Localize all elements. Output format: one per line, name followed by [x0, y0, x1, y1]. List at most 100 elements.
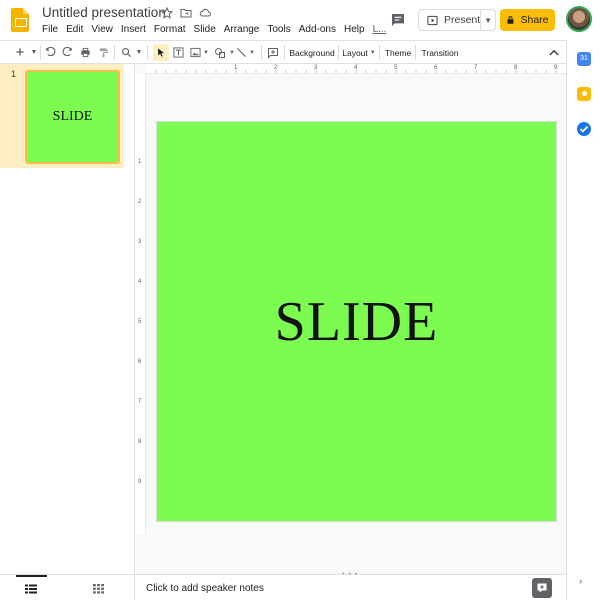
zoom-dropdown-icon[interactable]: ▼ [134, 44, 144, 61]
ruler-label: 4 [138, 279, 142, 285]
move-folder-icon[interactable] [179, 6, 193, 20]
paint-format-icon[interactable] [96, 44, 110, 61]
present-label: Present [444, 14, 481, 26]
present-icon [427, 15, 438, 25]
present-dropdown-button[interactable]: ▼ [481, 10, 495, 30]
ruler-label: 4 [354, 65, 358, 71]
redo-icon[interactable] [60, 44, 74, 61]
ruler-label: 7 [138, 399, 142, 405]
layout-dropdown-icon: ▼ [369, 49, 376, 56]
menu-arrange[interactable]: Arrange [224, 24, 264, 35]
menu-file[interactable]: File [42, 24, 62, 35]
share-button[interactable]: Share [500, 9, 555, 31]
account-avatar[interactable] [566, 6, 592, 32]
slide-thumbnail[interactable]: SLIDE [25, 70, 120, 164]
ruler-label: 8 [514, 65, 518, 71]
lock-icon [507, 16, 514, 24]
toolbar-divider [284, 45, 285, 60]
vertical-ruler[interactable]: 1 2 3 4 5 6 7 8 9 [136, 74, 146, 534]
grid-view-icon[interactable] [93, 581, 107, 594]
undo-icon[interactable] [43, 44, 57, 61]
toolbar-divider [114, 45, 115, 60]
share-label: Share [520, 14, 549, 26]
chevron-down-icon: ▼ [484, 15, 493, 25]
toolbar-divider [379, 45, 380, 60]
text-box-icon[interactable] [171, 44, 185, 61]
line-icon[interactable] [234, 44, 248, 61]
slides-logo-icon[interactable] [11, 8, 29, 32]
toolbar-divider [147, 45, 148, 60]
layout-label: Layout [342, 47, 368, 58]
print-icon[interactable] [78, 44, 92, 61]
calendar-icon[interactable]: 31 [577, 52, 591, 66]
ruler-label: 1 [138, 159, 142, 165]
keep-icon[interactable] [577, 87, 591, 101]
speaker-notes-panel[interactable]: • • • Click to add speaker notes [136, 571, 566, 600]
ruler-label: 6 [138, 359, 142, 365]
thumbnail-text: SLIDE [52, 109, 93, 124]
active-view-indicator [16, 575, 47, 577]
star-icon[interactable] [160, 6, 174, 20]
zoom-icon[interactable] [119, 44, 133, 61]
toolbar-divider [415, 45, 416, 60]
ruler-label: 5 [138, 319, 142, 325]
shape-icon[interactable] [213, 44, 227, 61]
ruler-label: 2 [138, 199, 142, 205]
menu-insert[interactable]: Insert [121, 24, 150, 35]
side-panel: 31 › [566, 40, 599, 600]
filmstrip-slide-selected[interactable]: 1 SLIDE [0, 64, 124, 168]
menu-help[interactable]: Help [344, 24, 369, 35]
new-slide-plus-icon[interactable]: + [12, 44, 28, 61]
menu-last-edit[interactable]: L... [373, 24, 391, 35]
ruler-label: 6 [434, 65, 438, 71]
toolbar-divider [338, 45, 339, 60]
slide-canvas[interactable]: SLIDE [156, 121, 557, 522]
ruler-label: 1 [234, 65, 238, 71]
menu-view[interactable]: View [91, 24, 117, 35]
cloud-saved-icon[interactable] [198, 6, 212, 20]
select-cursor-icon[interactable] [153, 44, 169, 61]
ruler-label: 9 [554, 65, 558, 71]
background-button[interactable]: Background [289, 44, 335, 61]
toolbar-divider [261, 45, 262, 60]
notes-resize-handle[interactable]: • • • [342, 571, 358, 578]
theme-button[interactable]: Theme [383, 44, 413, 61]
toolbar: + ▼ ▼ ▼ ▼ ▼ Background Layout ▼ Theme Tr… [0, 40, 566, 64]
explore-icon[interactable] [532, 578, 552, 598]
menu-format[interactable]: Format [154, 24, 190, 35]
collapse-menus-icon[interactable] [547, 44, 561, 61]
speaker-notes-placeholder[interactable]: Click to add speaker notes [146, 583, 264, 594]
transition-button[interactable]: Transition [419, 44, 461, 61]
comment-history-icon[interactable] [390, 12, 406, 28]
slides-app: Untitled presentation File Edit View Ins… [0, 0, 599, 600]
menu-slide[interactable]: Slide [194, 24, 220, 35]
slide-number: 1 [11, 69, 17, 79]
title-actions [160, 6, 212, 20]
document-title[interactable]: Untitled presentation [42, 5, 166, 20]
ruler-label: 2 [274, 65, 278, 71]
filmstrip-view-switcher [0, 574, 135, 600]
ruler-label: 7 [474, 65, 478, 71]
present-button-group: Present ▼ [418, 9, 496, 31]
line-dropdown-icon[interactable]: ▼ [248, 44, 256, 61]
menu-tools[interactable]: Tools [267, 24, 294, 35]
insert-image-icon[interactable] [188, 44, 202, 61]
horizontal-ruler[interactable]: 1 2 3 4 5 6 7 8 9 [146, 64, 566, 74]
menu-addons[interactable]: Add-ons [299, 24, 340, 35]
slide-filmstrip: 1 SLIDE [0, 64, 135, 574]
ruler-label: 3 [138, 239, 142, 245]
image-dropdown-icon[interactable]: ▼ [202, 44, 210, 61]
app-header: Untitled presentation File Edit View Ins… [0, 0, 599, 40]
tasks-icon[interactable] [577, 122, 591, 136]
menu-edit[interactable]: Edit [66, 24, 87, 35]
ruler-label: 5 [394, 65, 398, 71]
filmstrip-view-icon[interactable] [25, 581, 39, 594]
present-button[interactable]: Present [419, 10, 482, 30]
menu-bar: File Edit View Insert Format Slide Arran… [42, 24, 394, 35]
slide-text-box[interactable]: SLIDE [275, 290, 439, 354]
chevron-right-icon[interactable]: › [579, 576, 582, 587]
add-comment-icon[interactable] [266, 44, 280, 61]
new-slide-dropdown-icon[interactable]: ▼ [29, 44, 39, 61]
toolbar-divider [40, 45, 41, 60]
layout-button[interactable]: Layout ▼ [342, 44, 376, 61]
